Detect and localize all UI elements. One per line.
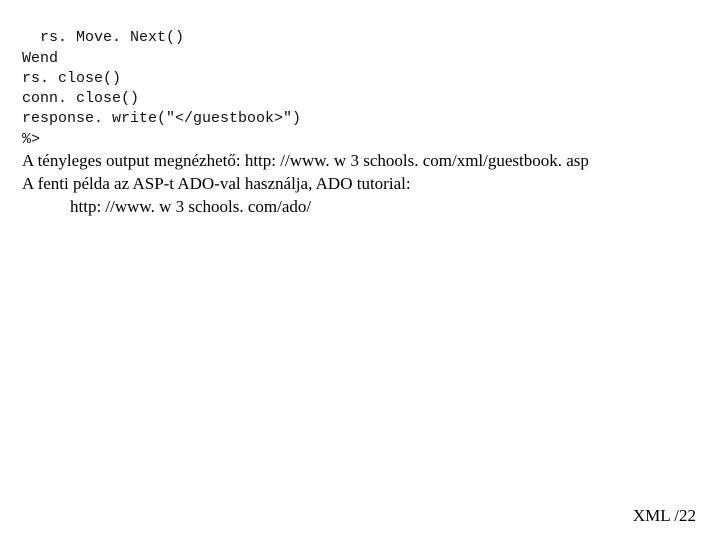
slide-content: rs. Move. Next() Wend rs. close() conn. … (22, 8, 698, 219)
code-line: response. write("</guestbook>") (22, 110, 301, 127)
prose-line: A tényleges output megnézhető: http: //w… (22, 151, 589, 170)
prose-line: http: //www. w 3 schools. com/ado/ (22, 197, 311, 216)
footer-page-label: XML /22 (633, 506, 696, 526)
code-line: %> (22, 131, 40, 148)
prose-line: A fenti példa az ASP-t ADO-val használja… (22, 174, 411, 193)
code-block: rs. Move. Next() Wend rs. close() conn. … (22, 8, 698, 150)
prose-block: A tényleges output megnézhető: http: //w… (22, 150, 698, 219)
code-line: conn. close() (22, 90, 139, 107)
code-line: rs. close() (22, 70, 121, 87)
code-line: Wend (22, 50, 58, 67)
code-line: rs. Move. Next() (22, 29, 184, 46)
